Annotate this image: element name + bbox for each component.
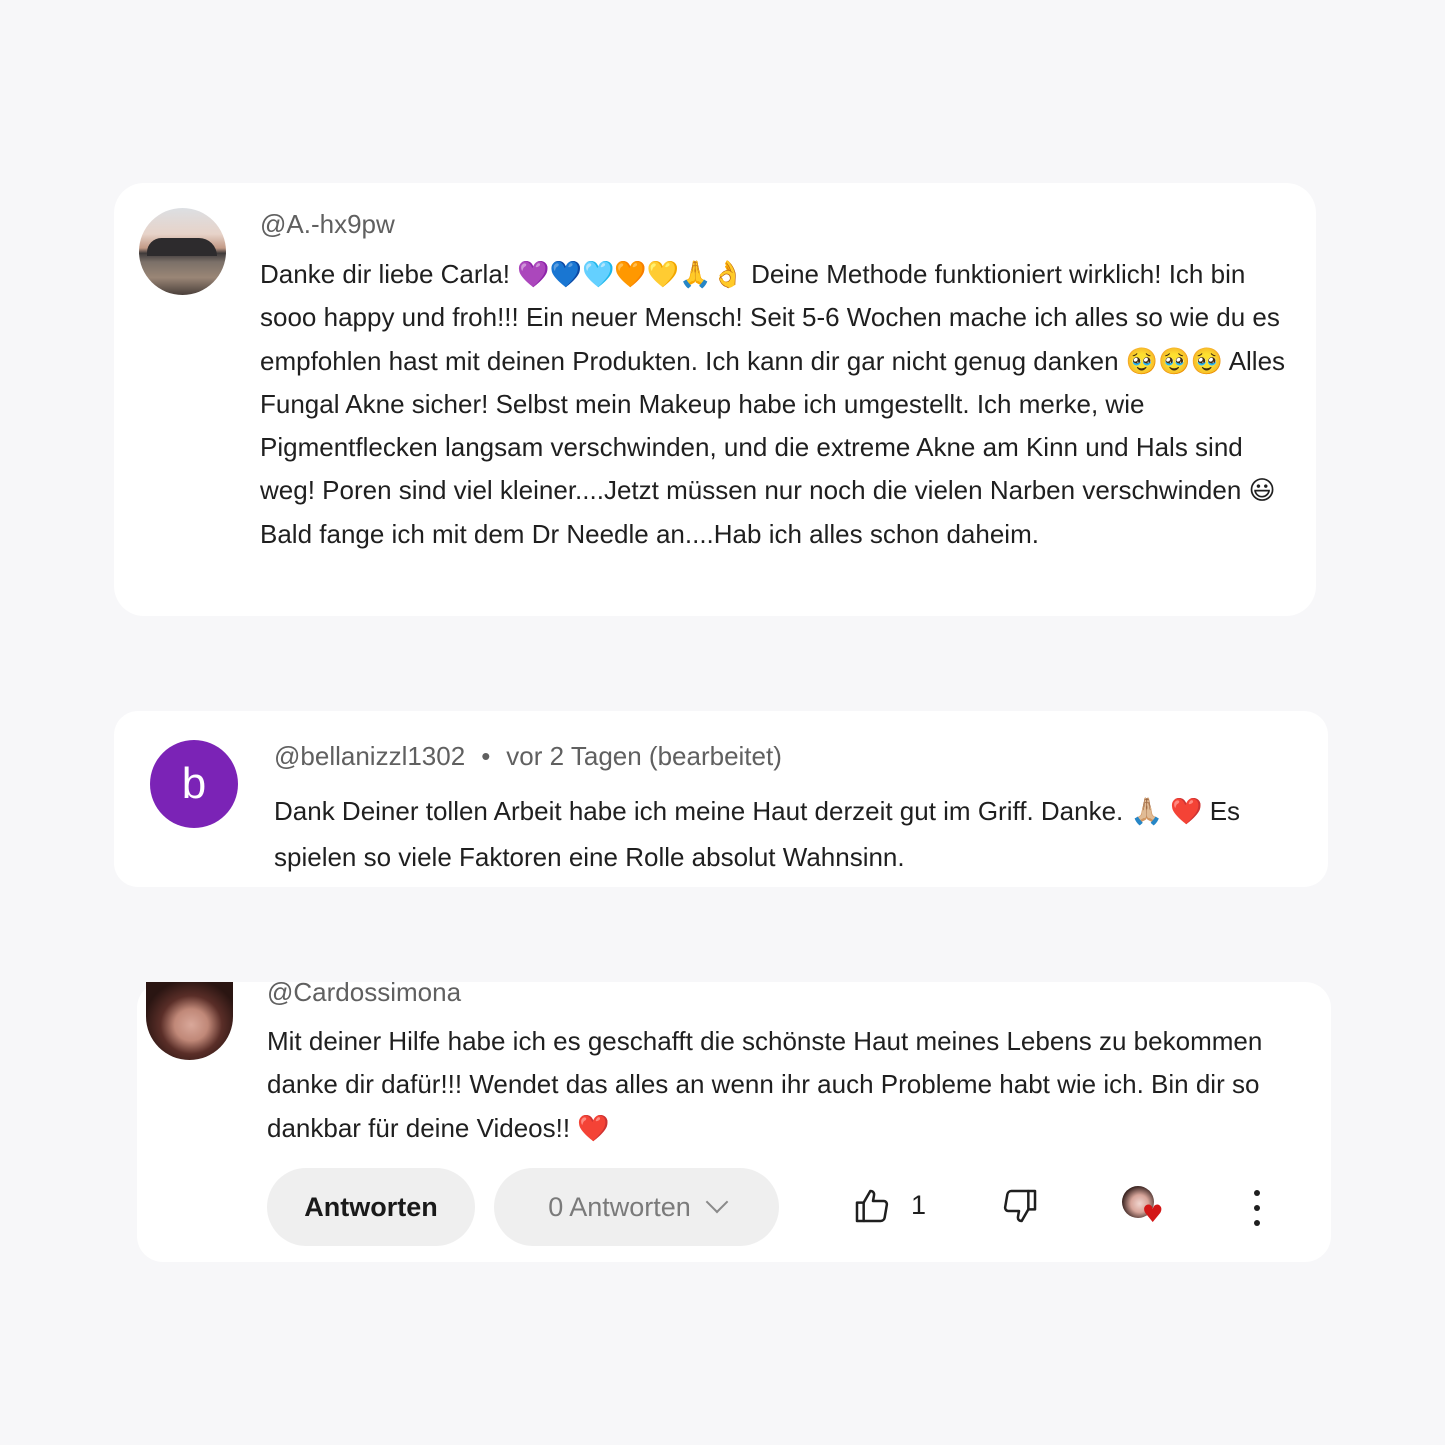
comment-text: Danke dir liebe Carla! 💜💙🩵🧡💛🙏👌 Deine Met… — [260, 259, 1286, 549]
user-avatar[interactable] — [139, 208, 226, 295]
chevron-down-icon — [705, 1190, 729, 1214]
comment-text: Mit deiner Hilfe habe ich es geschafft d… — [267, 1026, 1263, 1143]
creator-heart-badge[interactable]: ♥ — [1122, 1186, 1174, 1234]
thumbs-down-icon — [1003, 1189, 1037, 1223]
heart-icon: ♥ — [1142, 1200, 1164, 1228]
more-options-button[interactable] — [1252, 1190, 1262, 1226]
user-avatar[interactable] — [146, 982, 233, 1060]
avatar-letter: b — [181, 759, 207, 808]
replies-count-label: 0 Antworten — [548, 1191, 691, 1222]
more-dot — [1254, 1205, 1260, 1211]
header-separator: • — [481, 741, 491, 771]
like-count: 1 — [911, 1190, 927, 1220]
comment-card: @Cardossimona Mit deiner Hilfe habe ich … — [137, 977, 1331, 1262]
comment-username[interactable]: @bellanizzl1302 — [274, 741, 465, 771]
like-button[interactable] — [852, 1186, 892, 1231]
comment-username[interactable]: @A.-hx9pw — [260, 209, 395, 240]
avatar-landscape-icon — [147, 238, 217, 256]
view-replies-button[interactable]: 0 Antworten — [494, 1168, 779, 1246]
comment-card: @A.-hx9pw Danke dir liebe Carla! 💜💙🩵🧡💛🙏👌… — [114, 183, 1316, 616]
reply-button[interactable]: Antworten — [267, 1168, 475, 1246]
reply-button-label: Antworten — [304, 1191, 438, 1222]
comment-header: @bellanizzl1302 • vor 2 Tagen (bearbeitet) — [274, 741, 782, 772]
more-dot — [1254, 1190, 1260, 1196]
dislike-button[interactable] — [1000, 1186, 1040, 1231]
comment-card: b @bellanizzl1302 • vor 2 Tagen (bearbeite… — [114, 711, 1328, 887]
user-avatar[interactable]: b — [150, 740, 238, 828]
comment-actions: Antworten 0 Antworten 1 ♥ — [267, 1168, 1287, 1248]
thumbs-up-icon — [855, 1189, 889, 1223]
comment-timestamp[interactable]: vor 2 Tagen (bearbeitet) — [506, 741, 782, 771]
comment-username[interactable]: @Cardossimona — [267, 977, 461, 1008]
comment-text: Dank Deiner tollen Arbeit habe ich meine… — [274, 796, 1241, 872]
more-dot — [1254, 1220, 1260, 1226]
